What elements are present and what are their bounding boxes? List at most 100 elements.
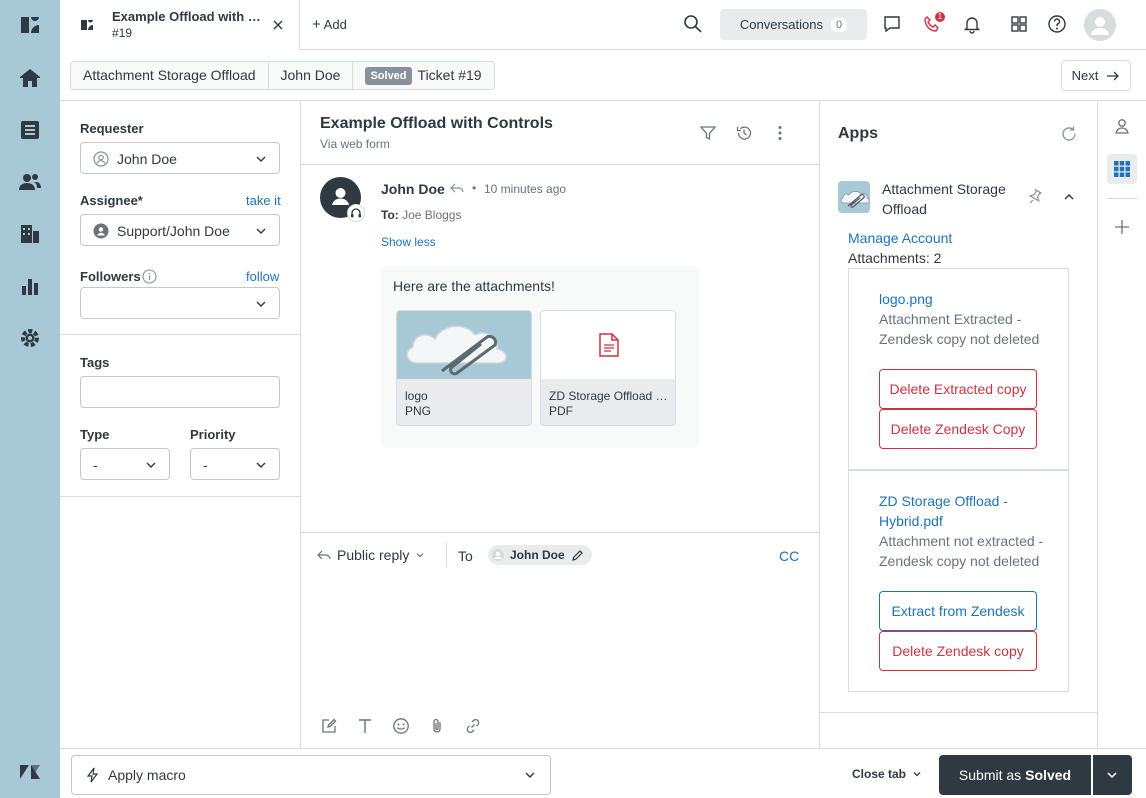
info-icon[interactable] bbox=[142, 269, 157, 284]
chevron-down-icon bbox=[524, 769, 536, 781]
to-name: Joe Bloggs bbox=[402, 208, 462, 222]
next-label: Next bbox=[1071, 68, 1099, 83]
breadcrumb-ticket[interactable]: Solved Ticket #19 bbox=[353, 62, 493, 89]
divider bbox=[60, 496, 300, 497]
chevron-down-icon bbox=[415, 550, 425, 560]
reply-type-label: Public reply bbox=[337, 547, 410, 563]
attachment-logo[interactable]: logo PNG bbox=[396, 310, 532, 426]
cc-link[interactable]: CC bbox=[779, 548, 799, 564]
followers-select[interactable] bbox=[80, 287, 280, 319]
message-time: 10 minutes ago bbox=[484, 182, 567, 196]
ticket-channel: Via web form bbox=[320, 137, 390, 151]
message-author[interactable]: John Doe bbox=[381, 181, 445, 197]
manage-account-link[interactable]: Manage Account bbox=[848, 230, 952, 246]
organizations-icon[interactable] bbox=[18, 222, 42, 246]
submit-options-button[interactable] bbox=[1093, 755, 1132, 795]
recipient-pill[interactable]: John Doe bbox=[488, 545, 592, 565]
tab-title: Example Offload with Controls bbox=[112, 9, 262, 24]
submit-button[interactable]: Submit as Solved bbox=[939, 755, 1091, 795]
conversations-label: Conversations bbox=[739, 17, 823, 32]
close-tab-icon[interactable] bbox=[272, 19, 284, 31]
product-tray-icon[interactable] bbox=[1009, 14, 1029, 34]
message-recipients: To: Joe Bloggs bbox=[381, 208, 461, 222]
add-app-plus-icon[interactable] bbox=[1114, 219, 1130, 235]
attachments-count: Attachments: 2 bbox=[848, 250, 942, 266]
lightning-icon bbox=[86, 767, 100, 783]
pin-icon[interactable] bbox=[1025, 188, 1043, 206]
text-format-icon[interactable] bbox=[356, 717, 374, 735]
take-it-link[interactable]: take it bbox=[246, 193, 281, 208]
reply-arrow-icon bbox=[317, 548, 331, 562]
delete-extracted-copy-button[interactable]: Delete Extracted copy bbox=[879, 369, 1037, 409]
user-context-icon[interactable] bbox=[1113, 117, 1131, 135]
chevron-down-icon bbox=[1106, 769, 1118, 781]
more-options-icon[interactable] bbox=[771, 124, 789, 142]
conversations-button[interactable]: Conversations 0 bbox=[720, 9, 867, 40]
extract-from-zendesk-button[interactable]: Extract from Zendesk bbox=[879, 591, 1037, 631]
apply-macro-select[interactable]: Apply macro bbox=[71, 755, 551, 795]
chevron-down-icon bbox=[255, 298, 267, 310]
reply-type-select[interactable]: Public reply bbox=[317, 547, 425, 563]
attachment-pdf[interactable]: ZD Storage Offload - Hybrid PDF bbox=[540, 310, 676, 426]
user-avatar[interactable] bbox=[1084, 9, 1116, 41]
filter-icon[interactable] bbox=[699, 124, 717, 142]
requester-label: Requester bbox=[80, 121, 144, 136]
close-tab-select[interactable]: Close tab bbox=[852, 767, 922, 781]
chat-icon[interactable] bbox=[882, 14, 902, 34]
attachment-card: ZD Storage Offload - Hybrid.pdf Attachme… bbox=[848, 470, 1069, 692]
help-icon[interactable] bbox=[1047, 14, 1067, 34]
next-button[interactable]: Next bbox=[1061, 60, 1131, 91]
chevron-down-icon bbox=[145, 459, 157, 471]
reporting-icon[interactable] bbox=[18, 274, 42, 298]
apps-tab-active[interactable] bbox=[1107, 154, 1137, 184]
customers-icon[interactable] bbox=[18, 170, 42, 194]
attach-paperclip-icon[interactable] bbox=[428, 717, 446, 735]
ticket-tab[interactable]: Example Offload with Controls #19 bbox=[60, 0, 300, 50]
breadcrumb-organization[interactable]: Attachment Storage Offload bbox=[71, 62, 269, 89]
user-icon bbox=[93, 151, 109, 167]
delete-zendesk-copy-button[interactable]: Delete Zendesk Copy bbox=[879, 409, 1037, 449]
ticket-subject[interactable]: Example Offload with Controls bbox=[320, 115, 553, 133]
close-tab-label: Close tab bbox=[852, 767, 907, 781]
assignee-label: Assignee* bbox=[80, 193, 143, 208]
talk-badge: 1 bbox=[935, 12, 945, 22]
recipient-avatar-icon bbox=[492, 549, 504, 561]
divider bbox=[60, 334, 300, 335]
card-file-link[interactable]: ZD Storage Offload - Hybrid.pdf bbox=[879, 491, 1049, 531]
type-select[interactable]: - bbox=[80, 448, 170, 480]
agent-headset-icon bbox=[347, 204, 365, 222]
card-file-link[interactable]: logo.png bbox=[879, 289, 1049, 309]
reply-textarea[interactable] bbox=[317, 577, 803, 697]
views-icon[interactable] bbox=[18, 118, 42, 142]
tags-input[interactable] bbox=[80, 376, 280, 408]
compose-edit-icon[interactable] bbox=[320, 717, 338, 735]
notifications-bell-icon[interactable] bbox=[962, 14, 982, 34]
zendesk-brand-icon bbox=[18, 760, 42, 784]
breadcrumb: Attachment Storage Offload John Doe Solv… bbox=[70, 61, 495, 90]
history-icon[interactable] bbox=[735, 124, 753, 142]
reply-icon[interactable] bbox=[450, 181, 464, 195]
search-icon[interactable] bbox=[683, 14, 703, 34]
apps-panel: Apps Attachment Storage Offload Manage A… bbox=[819, 101, 1098, 748]
zendesk-logo-icon[interactable] bbox=[18, 13, 42, 37]
pencil-icon[interactable] bbox=[571, 549, 584, 562]
to-prefix: To: bbox=[381, 208, 399, 222]
add-button[interactable]: + Add bbox=[312, 16, 347, 33]
follow-link[interactable]: follow bbox=[246, 269, 279, 284]
assignee-select[interactable]: Support/John Doe bbox=[80, 214, 280, 246]
chevron-up-icon[interactable] bbox=[1063, 191, 1075, 203]
submit-status: Solved bbox=[1025, 767, 1072, 783]
breadcrumb-requester[interactable]: John Doe bbox=[269, 62, 354, 89]
recipient-name: John Doe bbox=[510, 548, 565, 562]
context-rail bbox=[1098, 101, 1146, 748]
tab-ticket-number: #19 bbox=[112, 26, 133, 40]
delete-zendesk-copy-button[interactable]: Delete Zendesk copy bbox=[879, 631, 1037, 671]
priority-select[interactable]: - bbox=[190, 448, 280, 480]
requester-select[interactable]: John Doe bbox=[80, 142, 280, 174]
admin-gear-icon[interactable] bbox=[18, 326, 42, 350]
refresh-icon[interactable] bbox=[1060, 125, 1078, 143]
emoji-icon[interactable] bbox=[392, 717, 410, 735]
home-icon[interactable] bbox=[18, 66, 42, 90]
link-icon[interactable] bbox=[464, 717, 482, 735]
show-less-link[interactable]: Show less bbox=[381, 235, 436, 249]
